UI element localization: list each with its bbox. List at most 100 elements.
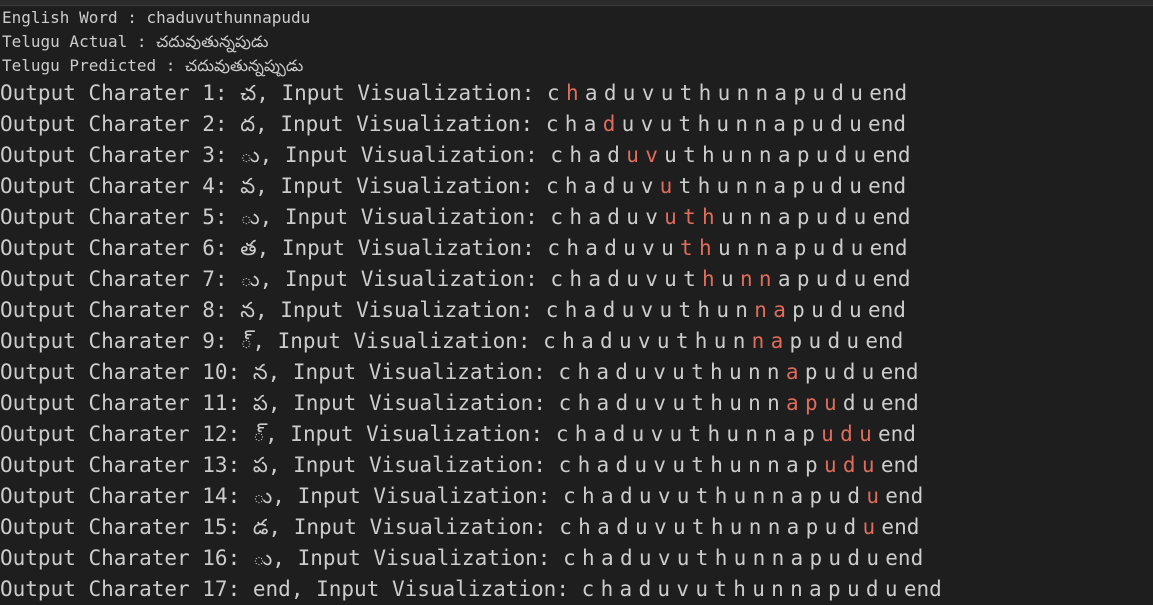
input-token: a [770,329,784,353]
input-token: c [546,81,560,105]
input-token: v [645,143,658,167]
input-token: u [631,422,645,446]
input-token: u [811,298,824,322]
output-character-row: Output Charater 15: డ, Input Visualizati… [0,512,1153,543]
input-token: t [683,143,696,167]
input-token: u [815,267,829,291]
input-token: end [885,546,924,570]
input-token: v [653,515,667,539]
input-token: end [868,112,906,136]
input-token: t [679,81,693,105]
input-token: h [564,112,578,136]
input-token: t [678,112,692,136]
input-token: end [872,143,911,167]
row-label: , Input Visualization: [259,205,551,229]
input-token: d [619,546,633,570]
input-token: h [710,360,723,384]
input-token: end [880,453,919,477]
telugu-actual-line: Telugu Actual : చదువుతున్నపుడు [2,30,1153,54]
input-token: n [755,81,769,105]
input-token: t [683,205,696,229]
output-header: English Word : chaduvuthunnapudu Telugu … [0,6,1153,78]
input-token: t [695,546,709,570]
input-token: a [585,236,598,260]
row-label: , Input Visualization: [256,81,547,105]
input-token: d [840,422,853,446]
input-token: end [878,422,916,446]
input-token: t [678,174,692,198]
output-character-row: Output Charater 16: ు, Input Visualizati… [0,543,1153,574]
input-token: a [777,205,791,229]
row-prefix: Output Charater 9: [0,329,241,353]
input-token: n [735,298,748,322]
input-token: u [846,329,860,353]
input-token: u [634,453,648,477]
input-token: n [752,546,766,570]
input-token: u [752,577,765,601]
input-token: c [550,267,564,291]
input-token: c [563,546,576,570]
input-token: n [758,205,772,229]
input-token: n [732,329,746,353]
input-token: u [672,360,685,384]
input-token: a [600,546,614,570]
input-token: end [869,81,908,105]
input-token: d [607,267,620,291]
telugu-actual-label: Telugu Actual : [2,32,157,51]
output-character-row: Output Charater 12: ్, Input Visualizati… [0,419,1153,450]
input-token: u [866,546,879,570]
input-token: a [583,112,597,136]
input-token: d [603,81,617,105]
input-token: h [714,546,728,570]
input-token: a [773,112,786,136]
english-word-value: chaduvuthunnapudu [146,8,311,27]
row-label: , Input Visualization: [272,546,564,570]
input-token: end [881,515,920,539]
input-token: u [729,360,742,384]
input-token: h [569,267,583,291]
input-token: n [747,360,761,384]
input-token: u [811,174,824,198]
input-token: h [697,174,711,198]
output-character: ్ [240,329,253,353]
input-token: a [809,577,822,601]
input-token: u [808,329,822,353]
input-token: h [694,329,708,353]
input-token: h [577,453,591,477]
input-token: a [785,360,799,384]
input-token: n [758,143,772,167]
input-token: p [792,112,805,136]
input-token: v [640,112,654,136]
input-token: u [659,174,673,198]
output-character-row: Output Charater 14: ు, Input Visualizati… [0,481,1153,512]
input-token: a [786,391,799,415]
row-label: , Input Visualization: [254,298,546,322]
input-token: p [796,205,810,229]
input-token: u [660,81,674,105]
input-token: t [691,360,704,384]
output-character: న [240,298,255,322]
output-character-row: Output Charater 11: ప, Input Visualizati… [0,388,1153,419]
input-token: u [821,422,834,446]
input-token: c [581,577,595,601]
input-token: a [583,298,597,322]
input-token: u [661,236,674,260]
input-token: n [790,577,803,601]
input-token: a [773,174,787,198]
input-token: u [659,298,673,322]
output-character: ు [240,205,260,229]
input-token: v [640,298,654,322]
input-token: u [866,484,879,508]
input-token: d [607,205,620,229]
input-token: u [664,205,677,229]
input-token: u [823,360,837,384]
input-token: u [812,81,825,105]
input-token: p [805,453,818,477]
input-token: d [847,546,861,570]
input-token: u [811,112,824,136]
input-token: u [664,267,677,291]
input-token: d [619,484,633,508]
output-character-row: Output Charater 17: end, Input Visualiza… [0,574,1153,605]
input-token: d [830,298,843,322]
input-token: a [774,236,788,260]
